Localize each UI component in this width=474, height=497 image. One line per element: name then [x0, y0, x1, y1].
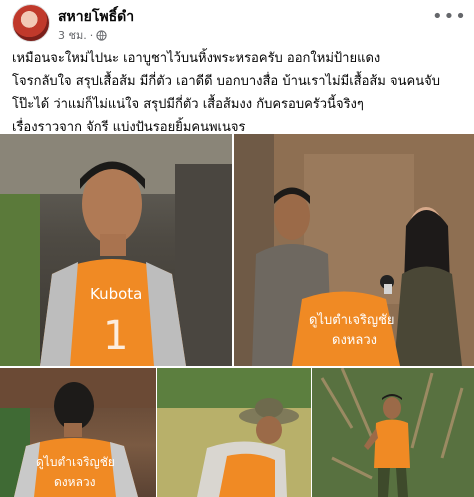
caption-line: เหมือนจะใหม่ไปนะ เอาบูชาไว้บนหิ้งพระหรอค… — [12, 51, 381, 66]
more-dots-icon[interactable]: ••• — [432, 8, 466, 30]
photo-3-shirt-text-1: ดูไบตำเจริญชัย — [36, 455, 115, 470]
post-header: สหายโพธิ์ดำ 3 ชม. · ••• — [0, 0, 474, 44]
globe-icon[interactable] — [96, 29, 107, 41]
caption-line: โป๊ะได้ ว่าแม่ก็ไม่แน่ใจ สรุปมีกี่ตัว เส… — [12, 97, 364, 112]
post-photo-4[interactable] — [157, 368, 311, 497]
facebook-post: สหายโพธิ์ดำ 3 ชม. · ••• เหมือนจะใหม่ไปนะ… — [0, 0, 474, 497]
author-name[interactable]: สหายโพธิ์ดำ — [58, 6, 134, 28]
author-avatar[interactable] — [12, 4, 50, 42]
photo-2-shirt-text-1: ดูไบตำเจริญชัย — [309, 312, 395, 328]
photo-3-shirt-text-2: ดงหลวง — [54, 475, 96, 489]
post-time[interactable]: 3 ชม. — [58, 26, 87, 44]
post-caption: เหมือนจะใหม่ไปนะ เอาบูชาไว้บนหิ้งพระหรอค… — [12, 47, 468, 139]
photo-2-shirt-text-2: ดงหลวง — [332, 333, 377, 348]
post-photo-3[interactable]: ดูไบตำเจริญชัย ดงหลวง — [0, 368, 156, 497]
post-meta: 3 ชม. · — [58, 26, 107, 44]
post-photo-2[interactable]: ดูไบตำเจริญชัย ดงหลวง — [234, 134, 474, 366]
photo-2-illustration: ดูไบตำเจริญชัย ดงหลวง — [234, 134, 474, 366]
meta-separator: · — [89, 28, 94, 42]
photo-1-illustration: Kubota 1 — [0, 134, 232, 366]
photo-5-illustration — [312, 368, 474, 497]
photo-3-illustration: ดูไบตำเจริญชัย ดงหลวง — [0, 368, 156, 497]
svg-text:1: 1 — [103, 313, 128, 359]
photo-4-illustration — [157, 368, 311, 497]
post-photo-1[interactable]: Kubota 1 — [0, 134, 232, 366]
photo-1-shirt-text: Kubota — [90, 285, 142, 303]
post-photo-5[interactable] — [312, 368, 474, 497]
caption-line: โจรกลับใจ สรุปเสื้อส้ม มีกี่ตัว เอาดีดี … — [12, 74, 440, 89]
